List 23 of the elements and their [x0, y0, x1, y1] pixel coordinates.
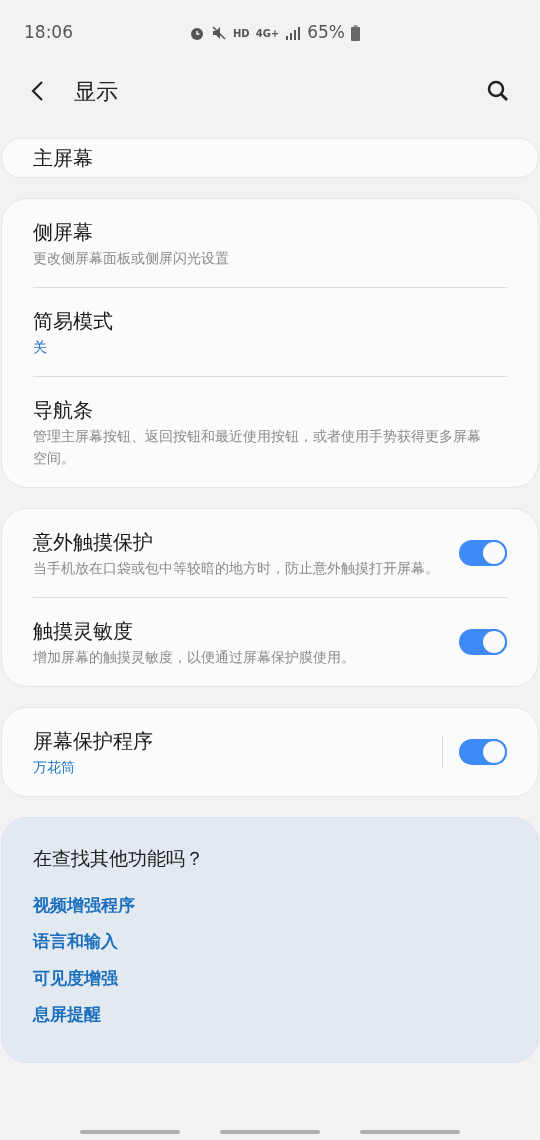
battery-percent: 65% — [307, 21, 345, 45]
setting-description: 增加屏幕的触摸灵敏度，以便通过屏幕保护膜使用。 — [33, 648, 356, 667]
suggestion-link[interactable]: 息屏提醒 — [33, 1002, 101, 1028]
setting-title[interactable]: 导航条 — [33, 395, 491, 425]
setting-title[interactable]: 主屏幕 — [33, 143, 491, 173]
page-title: 显示 — [74, 77, 118, 106]
suggestion-link[interactable]: 视频增强程序 — [33, 892, 135, 918]
setting-title[interactable]: 侧屏幕 — [33, 217, 491, 247]
suggestion-link[interactable]: 可见度增强 — [33, 965, 118, 991]
hd-indicator: HD — [233, 26, 250, 41]
setting-value: 关 — [33, 338, 48, 357]
suggestion-link[interactable]: 语言和输入 — [33, 929, 118, 955]
setting-description: 管理主屏幕按钮、返回按钮和最近使用按钮，或者使用手势获得更多屏幕空间。 — [33, 427, 482, 468]
suggestions-title: 在查找其他功能吗？ — [33, 846, 205, 871]
setting-title[interactable]: 屏幕保护程序 — [33, 726, 426, 756]
setting-value: 万花筒 — [33, 758, 76, 777]
setting-description: 更改侧屏幕面板或侧屏闪光设置 — [33, 249, 230, 268]
setting-description: 当手机放在口袋或包中等较暗的地方时，防止意外触摸打开屏幕。 — [33, 559, 440, 578]
setting-title[interactable]: 触摸灵敏度 — [33, 616, 443, 646]
setting-title[interactable]: 简易模式 — [33, 306, 491, 336]
setting-title[interactable]: 意外触摸保护 — [33, 527, 443, 557]
network-indicator: 4G+ — [255, 26, 280, 41]
status-time: 18:06 — [24, 21, 73, 45]
